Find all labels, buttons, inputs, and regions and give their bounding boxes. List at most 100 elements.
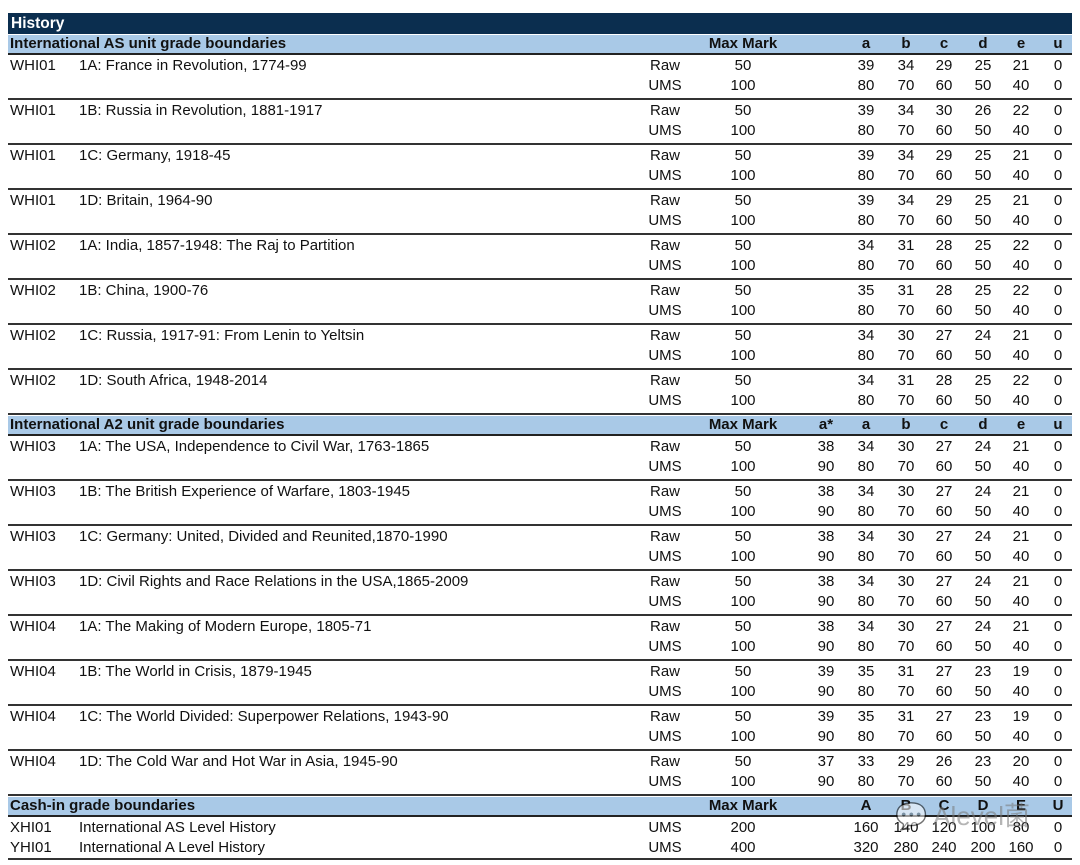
raw-boundary: 23 [974, 708, 992, 725]
raw-max-mark: 50 [734, 57, 752, 74]
table-row: WHI01 1D: Britain, 1964-90 Raw 50 39 34 29 25 21… [8, 190, 1072, 235]
raw-line: WHI04 1C: The World Divided: Superpower R… [8, 707, 1072, 727]
ums-boundary: 80 [857, 347, 875, 364]
qualification-code: YHI01 [10, 839, 52, 856]
raw-line: WHI03 1B: The British Experience of Warfa… [8, 482, 1072, 502]
mark-type: Raw [649, 663, 680, 680]
raw-boundary: 21 [1012, 528, 1030, 545]
ums-boundary: 70 [897, 167, 915, 184]
raw-boundary: 25 [974, 282, 992, 299]
mark-type: UMS [648, 593, 682, 610]
raw-boundary: 22 [1012, 282, 1030, 299]
mark-type: UMS [648, 683, 682, 700]
raw-max-mark: 50 [734, 663, 752, 680]
raw-boundary: 0 [1053, 708, 1063, 725]
unit-name: 1C: The World Divided: Superpower Relati… [79, 708, 449, 725]
raw-boundary: 26 [974, 102, 992, 119]
raw-max-mark: 50 [734, 528, 752, 545]
grade-header: D [977, 797, 989, 814]
raw-boundary: 34 [897, 147, 915, 164]
ums-boundary: 80 [857, 773, 875, 790]
ums-max-mark: 100 [730, 257, 756, 274]
raw-max-mark: 50 [734, 708, 752, 725]
grade-boundary: 240 [931, 839, 957, 856]
raw-max-mark: 50 [734, 192, 752, 209]
raw-max-mark: 50 [734, 618, 752, 635]
ums-boundary: 40 [1012, 122, 1030, 139]
ums-line: UMS 100 80 70 60 50 40 0 [8, 211, 1072, 231]
grade-boundary: 280 [893, 839, 919, 856]
ums-boundary: 0 [1053, 257, 1063, 274]
ums-boundary: 40 [1012, 302, 1030, 319]
raw-boundary: 24 [974, 528, 992, 545]
raw-boundary: 25 [974, 192, 992, 209]
grade-boundary: 80 [1012, 819, 1030, 836]
mark-type: Raw [649, 147, 680, 164]
grade-boundary: 160 [1008, 839, 1034, 856]
ums-line: UMS 100 80 70 60 50 40 0 [8, 121, 1072, 141]
raw-max-mark: 50 [734, 102, 752, 119]
mark-type: UMS [648, 458, 682, 475]
raw-boundary: 37 [817, 753, 835, 770]
mark-type: UMS [648, 638, 682, 655]
ums-boundary: 50 [974, 302, 992, 319]
raw-boundary: 24 [974, 483, 992, 500]
ums-boundary: 50 [974, 773, 992, 790]
raw-boundary: 28 [935, 282, 953, 299]
raw-boundary: 30 [897, 618, 915, 635]
raw-boundary: 0 [1053, 528, 1063, 545]
ums-boundary: 70 [897, 347, 915, 364]
raw-boundary: 0 [1053, 57, 1063, 74]
raw-boundary: 19 [1012, 708, 1030, 725]
raw-max-mark: 50 [734, 327, 752, 344]
table-row: YHI01 International A Level History UMS 400… [8, 838, 1072, 860]
grade-header: e [1016, 35, 1026, 52]
ums-boundary: 0 [1053, 392, 1063, 409]
unit-name: 1C: Germany: United, Divided and Reunite… [79, 528, 448, 545]
ums-boundary: 70 [897, 728, 915, 745]
raw-boundary: 34 [857, 438, 875, 455]
raw-boundary: 27 [935, 438, 953, 455]
raw-boundary: 38 [817, 483, 835, 500]
raw-boundary: 22 [1012, 237, 1030, 254]
mark-type: Raw [649, 618, 680, 635]
ums-boundary: 60 [935, 683, 953, 700]
ums-boundary: 80 [857, 257, 875, 274]
grade-boundaries-table: History International AS unit grade boun… [8, 13, 1072, 860]
ums-boundary: 60 [935, 593, 953, 610]
ums-boundary: 80 [857, 77, 875, 94]
ums-line: UMS 100 90 80 70 60 50 40 0 [8, 727, 1072, 747]
mark-type: Raw [649, 438, 680, 455]
raw-boundary: 39 [817, 708, 835, 725]
table-row: XHI01 International AS Level History UMS 20… [8, 818, 1072, 838]
raw-boundary: 35 [857, 708, 875, 725]
ums-boundary: 50 [974, 77, 992, 94]
raw-boundary: 0 [1053, 372, 1063, 389]
ums-line: UMS 100 80 70 60 50 40 0 [8, 256, 1072, 276]
ums-boundary: 80 [857, 503, 875, 520]
section-header: International AS unit grade boundaries Ma… [8, 34, 1072, 55]
raw-boundary: 21 [1012, 147, 1030, 164]
ums-max-mark: 100 [730, 593, 756, 610]
raw-boundary: 21 [1012, 483, 1030, 500]
raw-boundary: 29 [935, 147, 953, 164]
unit-name: 1D: The Cold War and Hot War in Asia, 19… [79, 753, 398, 770]
max-mark-header: Max Mark [708, 797, 778, 814]
unit-code: WHI01 [10, 147, 56, 164]
raw-boundary: 39 [857, 57, 875, 74]
raw-boundary: 20 [1012, 753, 1030, 770]
ums-boundary: 60 [935, 167, 953, 184]
ums-boundary: 40 [1012, 392, 1030, 409]
raw-line: WHI03 1A: The USA, Independence to Civil … [8, 437, 1072, 457]
raw-max-mark: 50 [734, 573, 752, 590]
ums-boundary: 50 [974, 347, 992, 364]
ums-boundary: 60 [935, 122, 953, 139]
ums-boundary: 60 [935, 392, 953, 409]
table-row: WHI02 1D: South Africa, 1948-2014 Raw 50 34 3… [8, 370, 1072, 415]
mark-type: Raw [649, 327, 680, 344]
raw-boundary: 27 [935, 483, 953, 500]
raw-boundary: 0 [1053, 147, 1063, 164]
raw-boundary: 30 [897, 483, 915, 500]
raw-boundary: 31 [897, 708, 915, 725]
unit-code: WHI04 [10, 663, 56, 680]
